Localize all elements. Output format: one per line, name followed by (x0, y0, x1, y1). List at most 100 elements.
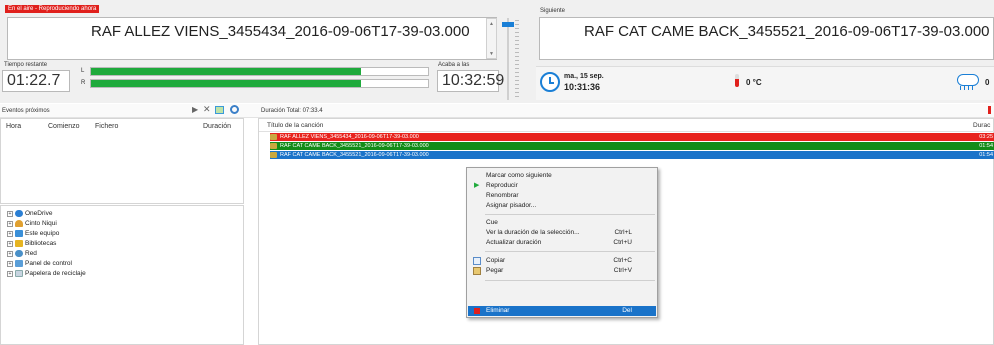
fader-scale (515, 20, 519, 100)
events-col-fichero[interactable]: Fichero (95, 123, 118, 130)
ends-label: Acaba a las (438, 62, 470, 68)
expand-icon[interactable]: + (7, 210, 13, 217)
menu-label: Marcar como siguiente (486, 172, 552, 179)
tree-item-label: Papelera de reciclaje (25, 270, 86, 277)
weather-cloud-icon (957, 74, 979, 86)
info-date: ma., 15 sep. (564, 73, 604, 80)
menu-copy[interactable]: Copiar Ctrl+C (468, 256, 656, 266)
next-title: RAF CAT CAME BACK_3455521_2016-09-06T17-… (584, 23, 990, 40)
toolbar-row (0, 104, 994, 118)
menu-view-duration[interactable]: Ver la duración de la selección... Ctrl+… (468, 228, 656, 238)
menu-label: Actualizar duración (486, 239, 542, 246)
scroll-down-icon[interactable]: ▼ (489, 51, 494, 57)
remaining-label: Tiempo restante (4, 62, 48, 68)
level-meter-r-fill (91, 80, 361, 87)
menu-separator (485, 251, 655, 252)
volume-fader-handle[interactable] (502, 22, 514, 27)
next-label: Siguiente (540, 8, 566, 14)
weather-rain-icon (960, 86, 976, 90)
remaining-time: 01:22.7 (2, 70, 70, 92)
playlist-row-title: RAF CAT CAME BACK_3455521_2016-09-06T17-… (280, 152, 429, 158)
computer-icon (15, 230, 23, 237)
image-icon[interactable] (215, 106, 224, 114)
menu-separator (485, 214, 655, 215)
scroll-up-icon[interactable]: ▲ (489, 21, 494, 27)
expand-icon[interactable]: + (7, 240, 13, 247)
delete-icon (474, 308, 480, 314)
info-bar (536, 66, 994, 100)
tree-item-network[interactable]: + Red (7, 250, 37, 257)
menu-label: Asignar pisador... (486, 202, 537, 209)
playlist-total: Duración Total: 07:33.4 (261, 108, 323, 114)
playlist-row[interactable]: RAF CAT CAME BACK_3455521_2016-09-06T17-… (270, 142, 994, 150)
playlist-col-title[interactable]: Título de la canción (267, 122, 323, 129)
tree-item-computer[interactable]: + Este equipo (7, 230, 59, 237)
playlist-row-title: RAF ALLEZ VIENS_3455434_2016-09-06T17-39… (280, 134, 419, 140)
events-col-comienzo[interactable]: Comienzo (48, 123, 80, 130)
close-icon[interactable]: ✕ (203, 104, 211, 115)
track-icon (270, 134, 277, 140)
expand-icon[interactable]: + (7, 270, 13, 277)
refresh-icon[interactable] (230, 105, 239, 114)
thermometer-icon (735, 74, 739, 87)
tree-item-label: Panel de control (25, 260, 72, 267)
menu-label: Copiar (486, 257, 506, 264)
events-list[interactable]: Hora Comienzo Fichero Duración (0, 118, 244, 204)
menu-cue[interactable]: Cue (468, 218, 656, 228)
current-title-box: RAF ALLEZ VIENS_3455434_2016-09-06T17-39… (7, 17, 497, 60)
playlist-row[interactable]: RAF CAT CAME BACK_3455521_2016-09-06T17-… (270, 151, 994, 159)
user-icon (15, 220, 23, 227)
expand-icon[interactable]: + (7, 220, 13, 227)
tree-item-control-panel[interactable]: + Panel de control (7, 260, 72, 267)
playlist-col-duration[interactable]: Durac (973, 122, 990, 129)
info-temperature: 0 °C (746, 78, 762, 87)
playlist-row-duration: 03:25 (979, 134, 993, 140)
expand-icon[interactable]: + (7, 230, 13, 237)
menu-assign-jingle[interactable]: Asignar pisador... (468, 201, 656, 211)
tree-item-libraries[interactable]: + Bibliotecas (7, 240, 56, 247)
cloud-icon (15, 210, 23, 217)
playlist-row-duration: 01:54 (979, 152, 993, 158)
menu-label: Reproducir (486, 182, 518, 189)
level-meter-r (90, 79, 429, 88)
events-col-duracion[interactable]: Duración (203, 123, 231, 130)
control-panel-icon (15, 260, 23, 267)
info-time: 10:31:36 (564, 82, 601, 92)
playlist-row[interactable]: RAF ALLEZ VIENS_3455434_2016-09-06T17-39… (270, 133, 994, 141)
network-icon (15, 250, 23, 257)
expand-icon[interactable]: + (7, 250, 13, 257)
next-title-box: RAF CAT CAME BACK_3455521_2016-09-06T17-… (539, 17, 994, 60)
delete-marker-icon[interactable] (988, 106, 991, 114)
menu-play[interactable]: ▶ Reproducir (468, 181, 656, 191)
tree-item-label: Red (25, 250, 37, 257)
menu-label: Ver la duración de la selección... (486, 229, 580, 236)
channel-r-label: R (81, 80, 86, 86)
tree-item-label: Bibliotecas (25, 240, 57, 247)
tree-item-user[interactable]: + Cinto Niqui (7, 220, 57, 227)
menu-delete[interactable]: Eliminar Del (468, 306, 656, 316)
playlist-row-title: RAF CAT CAME BACK_3455521_2016-09-06T17-… (280, 143, 429, 149)
ends-time: 10:32:59 (437, 70, 504, 92)
menu-separator (485, 280, 655, 281)
volume-fader-track (507, 18, 509, 100)
menu-shortcut: Ctrl+U (613, 239, 632, 246)
events-col-hora[interactable]: Hora (6, 123, 21, 130)
menu-update-duration[interactable]: Actualizar duración Ctrl+U (468, 238, 656, 248)
menu-mark-next[interactable]: Marcar como siguiente (468, 171, 656, 181)
playlist-row-duration: 01:54 (979, 143, 993, 149)
expand-icon[interactable]: + (7, 260, 13, 267)
menu-shortcut: Ctrl+V (613, 267, 632, 274)
tree-item-onedrive[interactable]: + OneDrive (7, 210, 52, 217)
menu-rename[interactable]: Renombrar (468, 191, 656, 201)
level-meter-l-fill (91, 68, 361, 75)
menu-paste[interactable]: Pegar Ctrl+V (468, 266, 656, 276)
tree-item-label: Este equipo (25, 230, 60, 237)
context-menu: Marcar como siguiente ▶ Reproducir Renom… (466, 167, 658, 318)
menu-label: Cue (486, 219, 498, 226)
play-icon[interactable]: ▶ (192, 105, 198, 114)
recycle-bin-icon (15, 270, 23, 277)
tree-item-recycle-bin[interactable]: + Papelera de reciclaje (7, 270, 86, 277)
copy-icon (473, 257, 481, 265)
current-title-scrollbar[interactable]: ▲ ▼ (486, 18, 497, 59)
menu-label: Renombrar (486, 192, 519, 199)
